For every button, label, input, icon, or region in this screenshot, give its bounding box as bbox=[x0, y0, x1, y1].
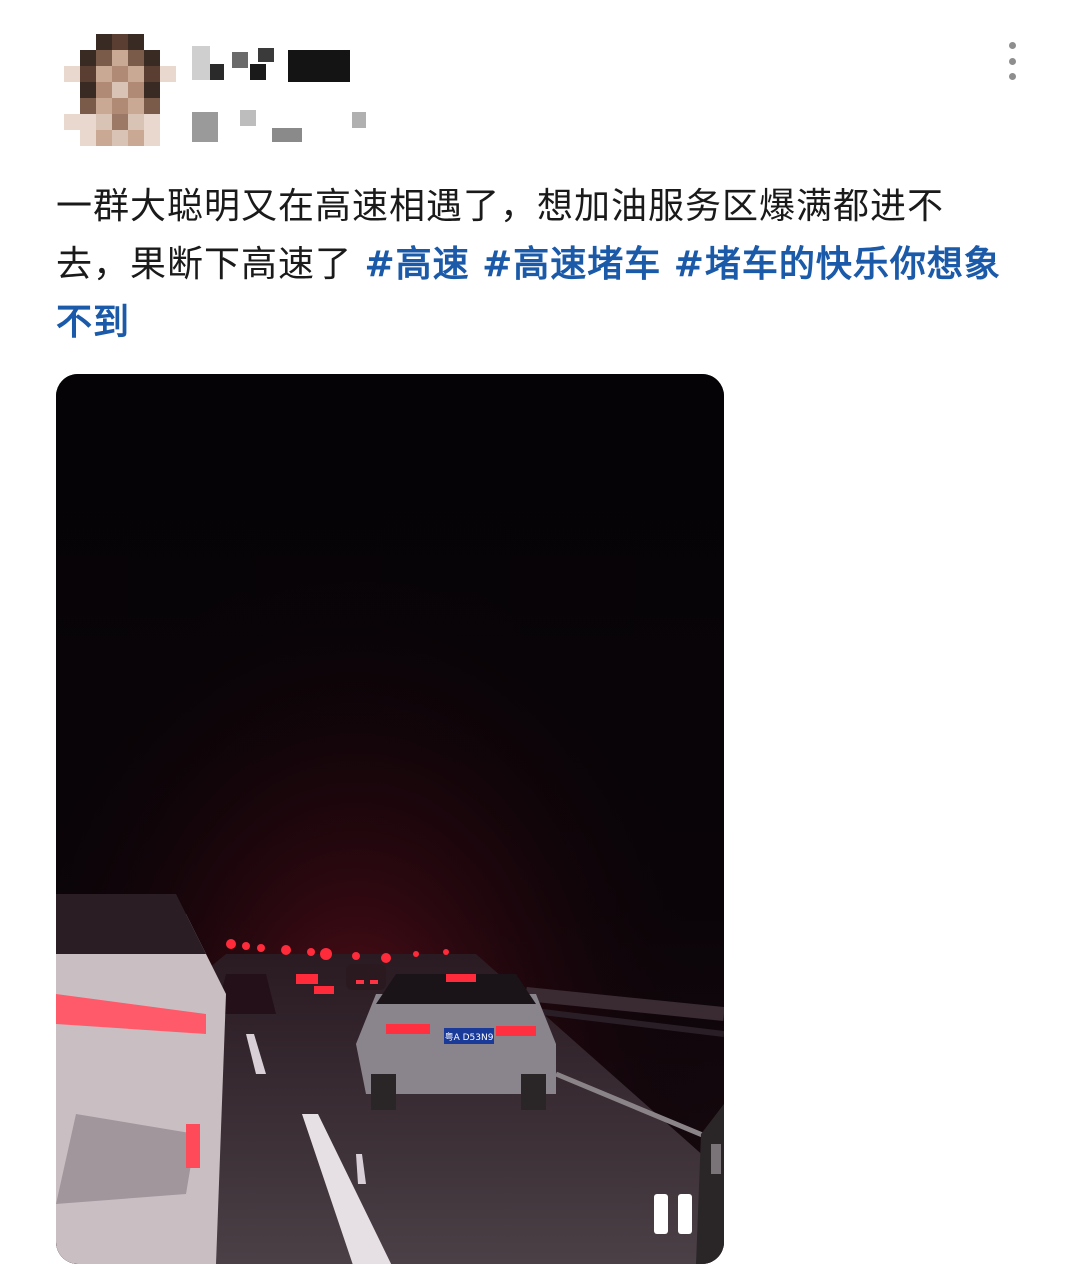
license-plate: 粤A D53N9 bbox=[445, 1031, 494, 1043]
avatar-pixel bbox=[96, 82, 112, 98]
hashtag-link[interactable]: #高速 bbox=[364, 244, 469, 285]
avatar-pixel bbox=[128, 66, 144, 82]
pause-bar bbox=[654, 1194, 668, 1234]
avatar-pixel bbox=[80, 50, 96, 66]
avatar-pixel bbox=[160, 130, 176, 146]
avatar-pixel bbox=[80, 114, 96, 130]
avatar-pixel bbox=[80, 66, 96, 82]
video-player[interactable]: 粤A D53N9 bbox=[56, 374, 724, 1264]
more-dot bbox=[1008, 57, 1016, 65]
avatar-pixel bbox=[128, 114, 144, 130]
avatar-pixel bbox=[144, 34, 160, 50]
avatar-pixel bbox=[160, 66, 176, 82]
pause-bar bbox=[678, 1194, 692, 1234]
avatar-pixel bbox=[112, 34, 128, 50]
avatar-pixel bbox=[80, 130, 96, 146]
avatar-pixel bbox=[96, 50, 112, 66]
avatar-pixel bbox=[96, 130, 112, 146]
avatar-pixel bbox=[96, 98, 112, 114]
avatar-pixel bbox=[144, 98, 160, 114]
avatar-pixel bbox=[64, 34, 80, 50]
video-frame: 粤A D53N9 bbox=[56, 374, 724, 1264]
avatar-pixel bbox=[144, 114, 160, 130]
author-name-pixelated[interactable] bbox=[192, 46, 372, 142]
post-text: 一群大聪明又在高速相遇了，想加油服务区爆满都进不去，果断下高速了 #高速 #高速… bbox=[56, 178, 1016, 352]
avatar-pixel bbox=[64, 66, 80, 82]
avatar-pixel bbox=[96, 34, 112, 50]
post-header bbox=[0, 0, 1080, 160]
avatar-pixel bbox=[160, 114, 176, 130]
avatar-pixel bbox=[64, 130, 80, 146]
avatar-pixel bbox=[80, 34, 96, 50]
avatar-pixel bbox=[160, 98, 176, 114]
avatar-pixel bbox=[128, 82, 144, 98]
avatar-pixel bbox=[160, 82, 176, 98]
avatar-pixel bbox=[144, 130, 160, 146]
avatar-pixel bbox=[144, 66, 160, 82]
avatar-pixel bbox=[112, 82, 128, 98]
avatar-pixel bbox=[144, 50, 160, 66]
avatar-pixel bbox=[112, 98, 128, 114]
avatar-pixel bbox=[128, 130, 144, 146]
car-left bbox=[56, 894, 226, 1264]
avatar-pixel bbox=[128, 98, 144, 114]
avatar-pixel bbox=[64, 82, 80, 98]
avatar-pixel bbox=[112, 50, 128, 66]
more-dot bbox=[1008, 73, 1016, 80]
avatar-pixel bbox=[128, 50, 144, 66]
avatar-pixel bbox=[112, 66, 128, 82]
avatar-pixel bbox=[128, 34, 144, 50]
avatar-pixel bbox=[64, 50, 80, 66]
avatar-pixel bbox=[160, 34, 176, 50]
avatar-pixel bbox=[64, 98, 80, 114]
avatar-pixel bbox=[64, 114, 80, 130]
car-center: 粤A D53N9 bbox=[356, 974, 556, 1110]
avatar-pixel bbox=[80, 98, 96, 114]
avatar-pixel bbox=[112, 114, 128, 130]
avatar-pixel bbox=[160, 50, 176, 66]
avatar-pixel bbox=[80, 82, 96, 98]
pause-icon[interactable] bbox=[654, 1194, 694, 1234]
more-options-button[interactable] bbox=[996, 40, 1028, 82]
more-dot bbox=[1008, 42, 1016, 49]
avatar-pixel bbox=[112, 130, 128, 146]
avatar[interactable] bbox=[64, 34, 176, 146]
avatar-pixel bbox=[96, 114, 112, 130]
hashtag-link[interactable]: #高速堵车 bbox=[482, 244, 661, 285]
avatar-pixel bbox=[96, 66, 112, 82]
avatar-pixel bbox=[144, 82, 160, 98]
